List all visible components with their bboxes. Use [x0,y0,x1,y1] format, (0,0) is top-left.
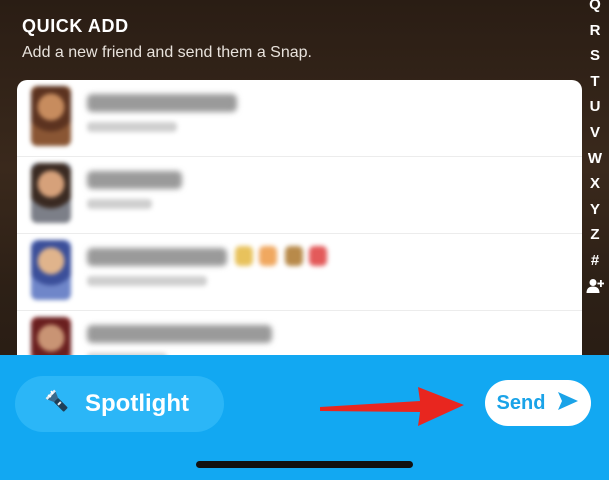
page-title: QUICK ADD [22,16,129,36]
index-letter-v[interactable]: V [590,120,600,146]
index-letter-s[interactable]: S [590,43,600,69]
emoji-icon [235,246,253,266]
home-indicator [196,461,413,468]
list-item[interactable] [17,80,582,157]
add-friend-icon[interactable] [586,274,604,298]
index-letter-q[interactable]: Q [589,0,601,18]
alphabet-index-bar[interactable]: Q R S T U V W X Y Z # [585,0,605,298]
avatar[interactable] [31,86,71,146]
spotlight-button[interactable]: Spotlight [15,376,224,432]
friend-name [87,248,227,266]
index-letter-r[interactable]: R [590,18,601,44]
list-item[interactable] [17,157,582,234]
friend-subtitle [87,276,207,286]
friend-subtitle [87,122,177,132]
friend-name [87,94,237,112]
index-letter-hash[interactable]: # [591,248,599,274]
send-label: Send [496,391,546,414]
friend-name [87,171,182,189]
emoji-icon [259,246,277,266]
index-letter-u[interactable]: U [590,94,601,120]
emoji-icon [285,246,303,266]
spotlight-label: Spotlight [85,390,189,417]
friend-name [87,325,272,343]
index-letter-z[interactable]: Z [590,222,599,248]
avatar[interactable] [31,240,71,300]
quick-add-list[interactable] [17,80,582,370]
friend-subtitle [87,199,152,209]
page-subtitle: Add a new friend and send them a Snap. [22,44,312,61]
emoji-icon [309,246,327,266]
bottom-action-bar: Spotlight Send [0,355,609,480]
avatar[interactable] [31,163,71,223]
send-button[interactable]: Send [485,380,591,426]
index-letter-w[interactable]: W [588,146,602,172]
red-arrow-icon [320,380,470,435]
list-item[interactable] [17,234,582,311]
index-letter-t[interactable]: T [590,69,599,95]
index-letter-x[interactable]: X [590,171,600,197]
send-arrow-icon [557,391,579,416]
index-letter-y[interactable]: Y [590,197,600,223]
flashlight-icon [45,389,71,420]
